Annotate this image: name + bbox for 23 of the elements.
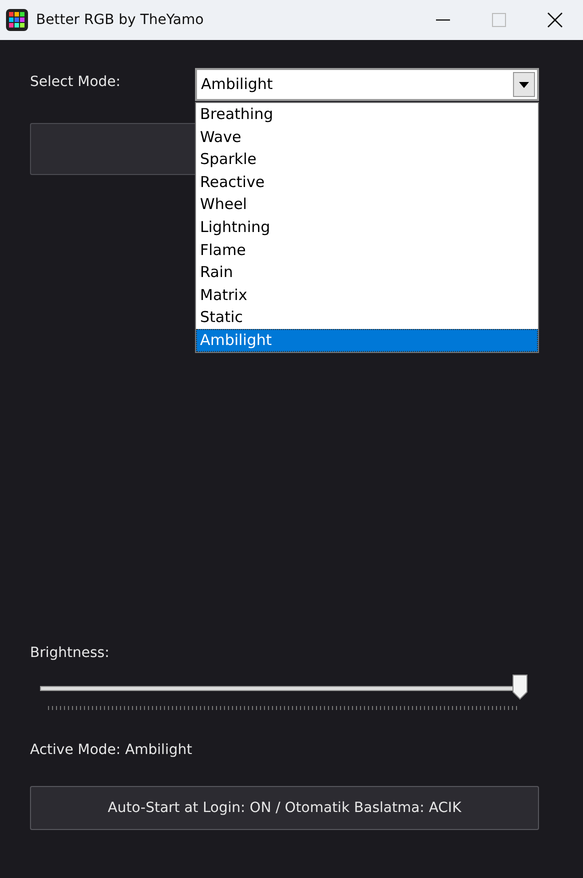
dropdown-option[interactable]: Rain <box>196 261 538 284</box>
close-icon <box>547 12 563 28</box>
dropdown-option[interactable]: Ambilight <box>196 328 538 352</box>
dropdown-option[interactable]: Wheel <box>196 193 538 216</box>
dropdown-option[interactable]: Matrix <box>196 284 538 306</box>
window-title: Better RGB by TheYamo <box>36 10 204 30</box>
active-mode-label: Active Mode: Ambilight <box>30 741 192 760</box>
dropdown-option[interactable]: Reactive <box>196 170 538 194</box>
minimize-icon <box>436 19 450 21</box>
mode-dropdown[interactable]: Ambilight <box>195 68 539 101</box>
dropdown-option[interactable]: Flame <box>196 238 538 262</box>
brightness-label: Brightness: <box>30 644 110 663</box>
dropdown-option[interactable]: Static <box>196 306 538 329</box>
app-icon <box>6 9 28 31</box>
caret-icon <box>519 82 529 88</box>
slider-thumb[interactable] <box>512 674 528 700</box>
maximize-icon <box>492 13 506 27</box>
select-mode-label: Select Mode: <box>30 73 121 92</box>
dropdown-option[interactable]: Lightning <box>196 216 538 239</box>
dropdown-option[interactable]: Sparkle <box>196 148 538 171</box>
dropdown-option[interactable]: Breathing <box>196 103 538 126</box>
autostart-button[interactable]: Auto-Start at Login: ON / Otomatik Baslatma: ACIK <box>30 786 539 830</box>
dropdown-option[interactable]: Wave <box>196 126 538 148</box>
